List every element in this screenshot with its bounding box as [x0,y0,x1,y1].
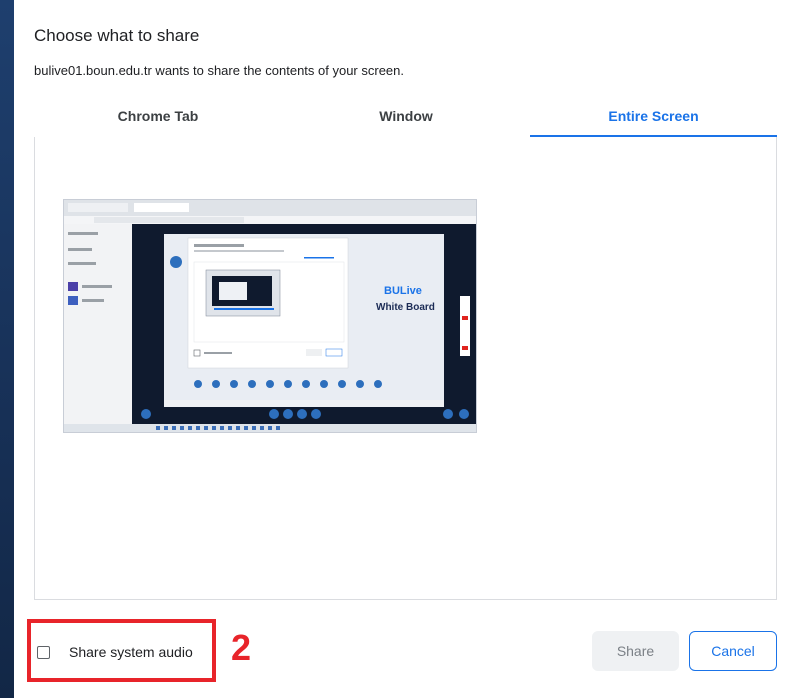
dialog-title: Choose what to share [34,26,200,45]
cancel-button[interactable]: Cancel [689,631,777,671]
dialog-subtitle: bulive01.boun.edu.tr wants to share the … [34,63,405,78]
share-screen-dialog: Choose what to share bulive01.boun.edu.t… [14,0,786,698]
share-source-tabs: Chrome Tab Window Entire Screen [34,101,777,137]
annotation-number: 2 [231,627,252,668]
screen-preview-image: BULive White Board [64,200,476,432]
tab-window[interactable]: Window [282,101,530,137]
annotation-highlight-box [27,619,216,682]
preview-brand-text: BULive [384,285,422,297]
tab-entire-screen[interactable]: Entire Screen [530,101,777,137]
entire-screen-thumbnail[interactable]: BULive White Board [63,199,477,433]
tab-chrome-tab[interactable]: Chrome Tab [34,101,282,137]
preview-board-text: White Board [376,302,435,313]
screen-list-panel: BULive White Board [34,137,777,600]
share-button[interactable]: Share [592,631,679,671]
desktop-background-left [0,0,14,698]
